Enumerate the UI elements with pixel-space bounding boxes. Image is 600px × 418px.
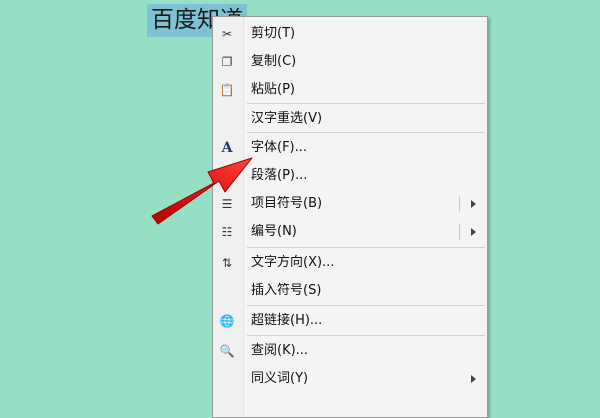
menu-item-label: 段落(P)... <box>251 168 308 183</box>
font-icon: A <box>221 140 233 156</box>
menu-separator <box>247 132 485 133</box>
menu-item-font[interactable]: A 字体(F)... <box>213 134 487 162</box>
menu-item-label: 同义词(Y) <box>251 371 309 386</box>
menu-item-copy[interactable]: ❐ 复制(C) <box>213 48 487 76</box>
menu-separator <box>247 103 485 104</box>
menu-item-numbering[interactable]: ☷ 编号(N) <box>213 218 487 246</box>
menu-separator <box>247 335 485 336</box>
copy-icon: ❐ <box>221 55 233 69</box>
menu-item-label: 字体(F)... <box>251 140 308 155</box>
menu-item-paragraph[interactable]: ¶ 段落(P)... <box>213 162 487 190</box>
menu-separator <box>247 247 485 248</box>
menu-item-label: 剪切(T) <box>251 26 296 41</box>
submenu-arrow-icon[interactable] <box>471 228 476 236</box>
menu-item-synonyms[interactable]: 同义词(Y) <box>213 365 487 393</box>
menu-item-label: 插入符号(S) <box>251 283 322 298</box>
numbering-icon: ☷ <box>221 225 233 239</box>
menu-item-label: 文字方向(X)... <box>251 255 335 270</box>
paragraph-icon: ¶ <box>223 169 231 183</box>
text-direction-icon: ⇅ <box>221 256 233 270</box>
submenu-arrow-icon[interactable] <box>471 375 476 383</box>
context-menu: ✂ 剪切(T) ❐ 复制(C) 📋 粘贴(P) 汉字重选(V) A 字体(F).… <box>212 16 488 418</box>
menu-item-label: 项目符号(B) <box>251 196 323 211</box>
submenu-split-divider <box>459 224 460 240</box>
lookup-icon: 🔍 <box>219 344 235 358</box>
menu-item-cut[interactable]: ✂ 剪切(T) <box>213 20 487 48</box>
menu-item-text-direction[interactable]: ⇅ 文字方向(X)... <box>213 249 487 277</box>
menu-item-label: 查阅(K)... <box>251 343 309 358</box>
menu-item-bullets[interactable]: ☰ 项目符号(B) <box>213 190 487 218</box>
menu-item-paste[interactable]: 📋 粘贴(P) <box>213 76 487 104</box>
scissors-icon: ✂ <box>221 27 233 41</box>
menu-item-label: 超链接(H)... <box>251 313 323 328</box>
paste-icon: 📋 <box>219 83 235 97</box>
menu-item-label: 汉字重选(V) <box>251 111 323 126</box>
menu-item-hyperlink[interactable]: 🌐 超链接(H)... <box>213 307 487 335</box>
menu-item-label: 复制(C) <box>251 54 297 69</box>
menu-item-label: 编号(N) <box>251 224 297 239</box>
bullets-icon: ☰ <box>221 197 233 211</box>
menu-separator <box>247 305 485 306</box>
submenu-arrow-icon[interactable] <box>471 200 476 208</box>
submenu-split-divider <box>459 196 460 212</box>
menu-item-lookup[interactable]: 🔍 查阅(K)... <box>213 337 487 365</box>
menu-item-insert-symbol[interactable]: 插入符号(S) <box>213 277 487 305</box>
menu-item-reconvert[interactable]: 汉字重选(V) <box>213 105 487 133</box>
hyperlink-icon: 🌐 <box>219 314 235 328</box>
menu-item-label: 粘贴(P) <box>251 82 295 97</box>
